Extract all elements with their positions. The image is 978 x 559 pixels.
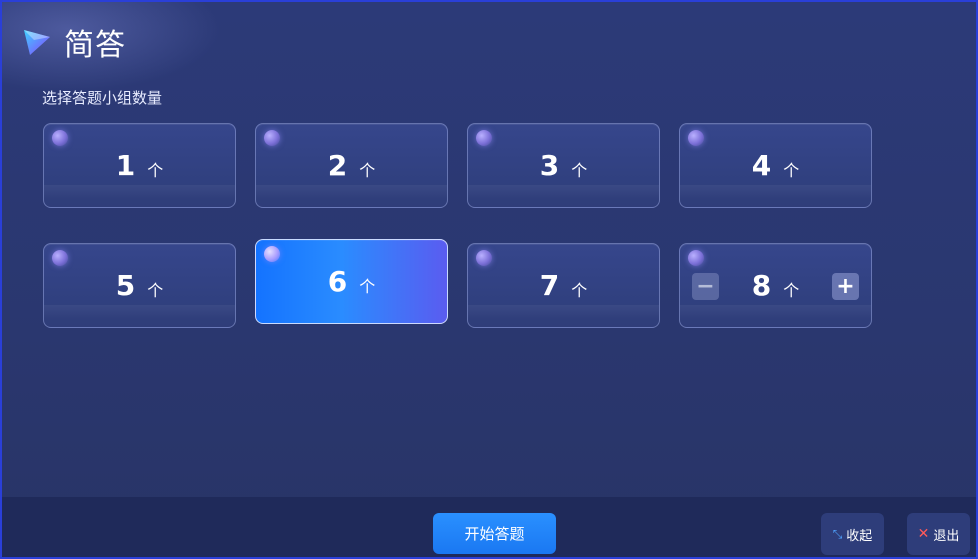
orb-decoration	[52, 250, 68, 266]
orb-decoration	[476, 130, 492, 146]
shrink-arrows-icon: ⤡	[832, 526, 843, 541]
start-answer-button[interactable]: 开始答题	[433, 513, 556, 554]
app-window: 简答 选择答题小组数量 1 个 2 个 3 个 4 个 5 个 6 个 7 个 …	[0, 0, 978, 559]
orb-decoration	[264, 246, 280, 262]
card-shine	[468, 305, 659, 319]
exit-button[interactable]: ✕ 退出	[907, 513, 970, 555]
card-shine	[468, 185, 659, 199]
group-option-3[interactable]: 3 个	[467, 123, 660, 208]
exit-label: 退出	[933, 528, 960, 544]
option-number: 7	[539, 269, 560, 302]
card-shine	[680, 185, 871, 199]
option-number: 1	[115, 149, 136, 182]
group-option-2[interactable]: 2 个	[255, 123, 448, 208]
group-option-4[interactable]: 4 个	[679, 123, 872, 208]
option-unit: 个	[783, 160, 800, 180]
close-x-icon: ✕	[917, 526, 930, 542]
option-unit: 个	[147, 280, 164, 300]
orb-decoration	[688, 250, 704, 266]
page-title: 简答	[64, 28, 126, 63]
option-unit: 个	[359, 160, 376, 180]
increment-button[interactable]: +	[832, 273, 859, 300]
group-option-1[interactable]: 1 个	[43, 123, 236, 208]
option-unit: 个	[571, 280, 588, 300]
option-number: 2	[327, 149, 348, 182]
option-unit: 个	[783, 280, 800, 300]
orb-decoration	[476, 250, 492, 266]
card-shine	[44, 305, 235, 319]
orb-decoration	[264, 130, 280, 146]
decrement-button[interactable]: −	[692, 273, 719, 300]
group-option-6-selected[interactable]: 6 个	[255, 239, 448, 324]
orb-decoration	[52, 130, 68, 146]
option-number: 5	[115, 269, 136, 302]
option-number: 4	[751, 149, 772, 182]
option-unit: 个	[571, 160, 588, 180]
option-unit: 个	[147, 160, 164, 180]
option-unit: 个	[359, 276, 376, 296]
orb-decoration	[688, 130, 704, 146]
option-number: 3	[539, 149, 560, 182]
card-shine	[44, 185, 235, 199]
collapse-button[interactable]: ⤡ 收起	[821, 513, 884, 555]
card-shine	[680, 305, 871, 319]
header: 简答	[22, 22, 126, 63]
group-option-5[interactable]: 5 个	[43, 243, 236, 328]
option-number: 8	[751, 269, 772, 302]
collapse-label: 收起	[846, 528, 873, 544]
group-option-custom[interactable]: − 8 个 +	[679, 243, 872, 328]
page-subtitle: 选择答题小组数量	[42, 89, 163, 107]
play-triangle-logo-icon	[24, 30, 50, 55]
option-number: 6	[327, 265, 348, 298]
group-option-7[interactable]: 7 个	[467, 243, 660, 328]
card-shine	[256, 185, 447, 199]
